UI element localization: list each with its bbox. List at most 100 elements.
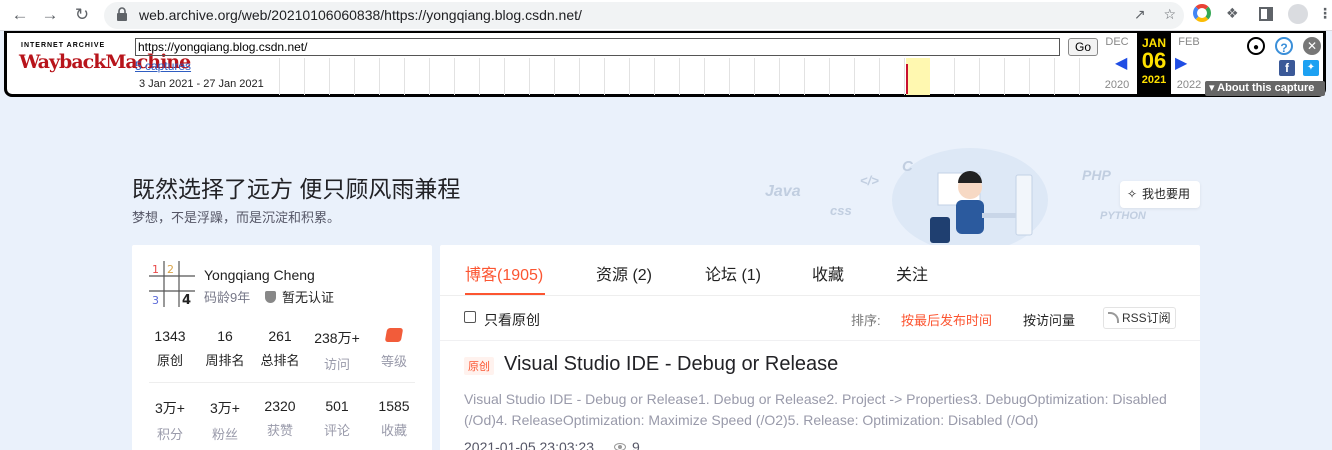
capture-date-range: 3 Jan 2021 - 27 Jan 2021 [139, 78, 264, 90]
stat-label: 等级 [380, 354, 407, 369]
only-original-label[interactable]: 只看原创 [484, 310, 540, 330]
stat-label: 原创 [156, 353, 183, 368]
stat-value: 16 [217, 328, 233, 344]
timeline-highlight [906, 58, 930, 95]
stat-label: 访问 [323, 357, 350, 372]
next-year[interactable]: 2022 [1171, 79, 1207, 91]
illus-word-css: css [830, 203, 852, 218]
arrow-right-icon[interactable]: → [38, 3, 62, 27]
views-count: 9 [632, 439, 640, 450]
sparkle-icon: ✧ [1127, 187, 1138, 201]
article-views: 9 [614, 439, 640, 450]
about-capture-button[interactable]: ▾ About this capture [1205, 81, 1325, 96]
sidepanel-icon[interactable] [1259, 7, 1273, 21]
tab-forum[interactable]: 论坛 (1) [705, 261, 761, 285]
prev-year[interactable]: 2020 [1099, 79, 1135, 91]
tab-favorites[interactable]: 收藏 [812, 261, 844, 285]
svg-text:1: 1 [152, 263, 159, 276]
wayback-go-button[interactable]: Go [1068, 38, 1098, 56]
timeline-capture-mark[interactable] [906, 64, 908, 94]
share-icon[interactable]: ↗ [1134, 6, 1146, 22]
bookmark-star-icon[interactable]: ☆ [1163, 6, 1176, 22]
help-icon[interactable]: ? [1275, 37, 1293, 55]
lock-icon [117, 7, 127, 21]
wish-to-use-button[interactable]: ✧ 我也要用 [1120, 181, 1200, 208]
verify-label: 暂无认证 [282, 290, 335, 305]
only-original-checkbox[interactable] [464, 311, 476, 323]
stat-total-rank[interactable]: 261 总排名 [250, 328, 310, 369]
eye-icon [614, 443, 626, 450]
close-icon[interactable]: ✕ [1303, 37, 1321, 55]
tab-follow[interactable]: 关注 [896, 261, 928, 285]
main-panel: 博客(1905) 资源 (2) 论坛 (1) 收藏 关注 只看原创 排序: 按最… [440, 245, 1200, 450]
tab-resources[interactable]: 资源 (2) [596, 261, 652, 285]
prev-month[interactable]: DEC [1099, 36, 1135, 48]
sort-by-views[interactable]: 按访问量 [1023, 310, 1075, 329]
rss-icon [1108, 312, 1119, 323]
content-tabs: 博客(1905) 资源 (2) 论坛 (1) 收藏 关注 [440, 245, 1200, 296]
stat-favorites: 1585 收藏 [364, 398, 424, 439]
svg-text:2: 2 [167, 263, 174, 276]
article-title[interactable]: Visual Studio IDE - Debug or Release [504, 353, 838, 376]
avatar[interactable]: 1 2 3 4 [149, 261, 195, 307]
tab-blog[interactable]: 博客(1905) [465, 261, 543, 285]
sort-by-latest[interactable]: 按最后发布时间 [901, 310, 992, 329]
arrow-left-icon[interactable]: ← [8, 3, 32, 27]
illus-word-tag: </> [860, 173, 879, 188]
stat-week-rank[interactable]: 16 周排名 [195, 328, 255, 369]
menu-kebab-icon[interactable]: ⋮ [1318, 5, 1332, 31]
stat-value: 1585 [378, 398, 410, 414]
stat-value: 501 [325, 398, 349, 414]
prev-capture-arrow-icon[interactable]: ◀ [1115, 53, 1127, 73]
wish-to-use-label: 我也要用 [1142, 187, 1191, 201]
stat-points: 3万+ 积分 [140, 398, 200, 443]
cur-day: 06 [1141, 48, 1167, 73]
stat-value: 261 [268, 328, 292, 344]
profile-card: 1 2 3 4 Yongqiang Cheng 码龄9年 暂无认证 1343 原… [132, 245, 432, 450]
article-desc[interactable]: Visual Studio IDE - Debug or Release1. D… [464, 389, 1176, 431]
level-icon [364, 328, 424, 345]
rss-label: RSS订阅 [1122, 311, 1171, 325]
wayback-url-input[interactable]: https://yongqiang.blog.csdn.net/ [135, 38, 1060, 56]
profile-avatar-icon[interactable] [1288, 4, 1308, 24]
profile-verify-status: 暂无认证 [265, 287, 334, 306]
facebook-icon[interactable]: f [1279, 60, 1295, 76]
next-month[interactable]: FEB [1171, 36, 1207, 48]
address-text[interactable]: web.archive.org/web/20210106060838/https… [139, 7, 582, 23]
stat-level[interactable]: 等级 [364, 328, 424, 370]
captures-link[interactable]: 5 captures [135, 59, 191, 73]
wayback-toolbar: INTERNET ARCHIVE WaybackMachine https://… [4, 31, 1326, 97]
stat-value: 3万+ [210, 400, 240, 416]
address-bar[interactable]: web.archive.org/web/20210106060838/https… [104, 2, 1184, 29]
stat-value: 1343 [154, 328, 186, 344]
svg-text:3: 3 [152, 294, 159, 307]
active-tab-underline [465, 293, 545, 295]
browser-toolbar: ← → ↻ web.archive.org/web/20210106060838… [0, 0, 1332, 31]
illus-word-java: Java [765, 183, 801, 200]
stat-original[interactable]: 1343 原创 [140, 328, 200, 369]
reload-icon[interactable]: ↻ [70, 3, 94, 27]
stat-fans[interactable]: 3万+ 粉丝 [195, 398, 255, 443]
original-badge: 原创 [464, 357, 494, 375]
extension-icon[interactable] [1193, 4, 1211, 22]
wayback-logo-top: INTERNET ARCHIVE [21, 42, 106, 49]
article-date: 2021-01-05 23:03:23 [464, 439, 594, 450]
svg-text:4: 4 [182, 293, 191, 307]
illus-word-php: PHP [1082, 167, 1111, 183]
capture-timeline[interactable] [279, 58, 1101, 95]
user-account-icon[interactable]: ● [1247, 37, 1265, 55]
profile-name[interactable]: Yongqiang Cheng [204, 267, 315, 283]
illus-word-python: PYTHON [1100, 210, 1146, 222]
next-capture-arrow-icon[interactable]: ▶ [1175, 53, 1187, 73]
twitter-icon[interactable]: ✦ [1303, 60, 1319, 76]
rss-subscribe-button[interactable]: RSS订阅 [1103, 307, 1176, 329]
stat-label: 获赞 [266, 423, 293, 438]
stat-value: 3万+ [155, 400, 185, 416]
stat-label: 总排名 [260, 353, 300, 368]
illus-word-c: C [902, 158, 913, 175]
stat-likes: 2320 获赞 [250, 398, 310, 439]
stat-label: 周排名 [205, 353, 245, 368]
stat-label: 积分 [156, 427, 183, 442]
stat-label: 评论 [323, 423, 350, 438]
puzzle-icon[interactable]: ❖ [1226, 5, 1239, 31]
